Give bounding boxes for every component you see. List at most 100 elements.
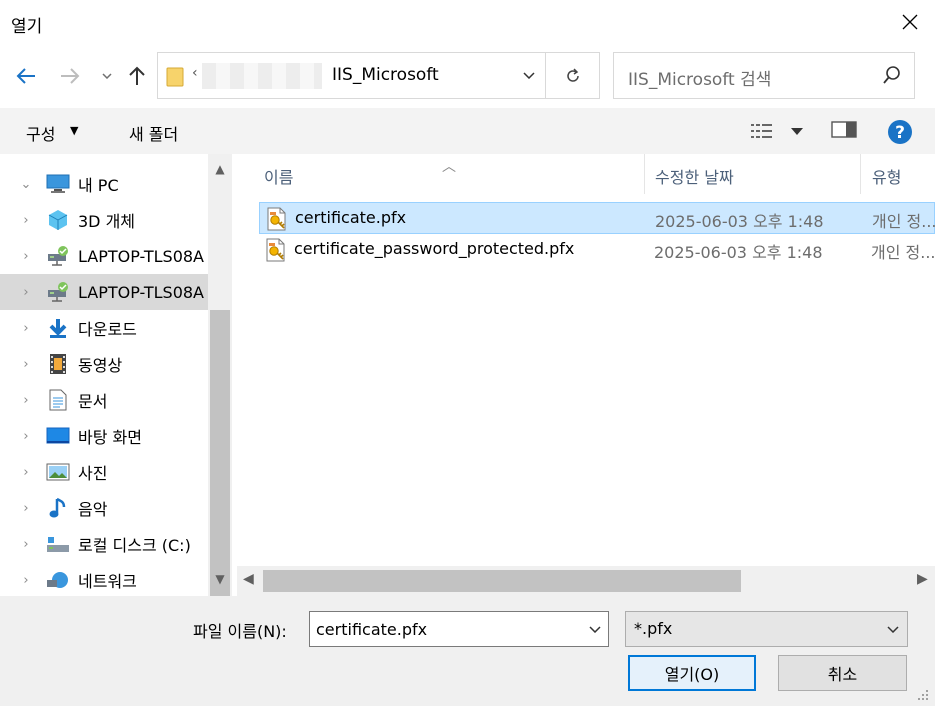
expand-chevron-icon[interactable]: › <box>20 357 32 372</box>
file-modified: 2025-06-03 오후 1:48 <box>655 212 824 231</box>
help-button[interactable]: ? <box>887 119 913 145</box>
pc-icon <box>46 173 70 195</box>
preview-pane-button[interactable] <box>831 119 859 143</box>
expand-chevron-icon[interactable]: › <box>20 573 32 588</box>
file-list-pane[interactable]: ︿ 이름 수정한 날짜 유형 certificate.pfx 2025-06-03… <box>232 154 935 596</box>
filename-combobox[interactable] <box>309 611 609 647</box>
column-divider[interactable] <box>644 154 645 194</box>
address-dropdown-button[interactable] <box>514 53 544 98</box>
expand-chevron-icon[interactable]: › <box>20 249 32 264</box>
file-type: 개인 정... <box>872 212 935 231</box>
nav-item-label: 내 PC <box>78 176 119 195</box>
view-options-button[interactable] <box>750 119 805 143</box>
expand-chevron-icon[interactable]: › <box>20 465 32 480</box>
filetype-value: *.pfx <box>634 619 673 638</box>
search-placeholder[interactable]: IIS_Microsoft 검색 <box>628 65 771 90</box>
filename-dropdown-button[interactable] <box>582 612 608 646</box>
expand-chevron-icon[interactable]: › <box>20 393 32 408</box>
column-divider[interactable] <box>860 154 861 194</box>
search-box[interactable]: IIS_Microsoft 검색 <box>613 52 915 99</box>
nav-item-label: 로컬 디스크 (C:) <box>78 536 191 555</box>
nav-item[interactable]: › LAPTOP-TLS08A <box>0 274 208 310</box>
forward-button[interactable] <box>54 60 86 92</box>
up-button[interactable] <box>122 60 152 92</box>
column-header-modified[interactable]: 수정한 날짜 <box>655 164 734 188</box>
nav-item[interactable]: › 사진 <box>0 454 208 490</box>
nav-item-label: 네트워크 <box>78 572 137 591</box>
nav-item[interactable]: ⌄ 내 PC <box>0 166 208 202</box>
back-button[interactable] <box>10 60 42 92</box>
file-row[interactable]: certificate_password_protected.pfx 2025-0… <box>259 234 935 266</box>
cancel-button[interactable]: 취소 <box>778 655 907 691</box>
nav-scrollbar[interactable]: ▲ ▼ <box>208 154 232 596</box>
preview-pane-icon <box>831 121 857 138</box>
resize-grip-icon[interactable] <box>912 684 932 704</box>
chevron-down-icon <box>887 625 899 633</box>
caret-down-icon[interactable]: ▼ <box>70 124 78 137</box>
sort-ascending-icon: ︿ <box>442 159 456 175</box>
nav-item[interactable]: › 로컬 디스크 (C:) <box>0 526 208 562</box>
nav-item-label: LAPTOP-TLS08A <box>78 246 204 266</box>
nav-item[interactable]: › 문서 <box>0 382 208 418</box>
expand-chevron-icon[interactable]: › <box>20 501 32 516</box>
close-button[interactable] <box>896 8 924 36</box>
organize-button[interactable]: 구성 <box>26 121 55 145</box>
nav-item[interactable]: › 3D 개체 <box>0 202 208 238</box>
refresh-button[interactable] <box>548 53 598 98</box>
scroll-right-icon[interactable]: ▶ <box>917 571 928 587</box>
expand-chevron-icon[interactable]: › <box>20 321 32 336</box>
nav-item[interactable]: › 동영상 <box>0 346 208 382</box>
column-header-name[interactable]: 이름 <box>264 164 293 188</box>
expand-chevron-icon[interactable]: › <box>20 213 32 228</box>
open-button[interactable]: 열기(O) <box>628 655 756 691</box>
file-type: 개인 정... <box>871 243 935 262</box>
breadcrumb-separator[interactable]: ‹ <box>192 65 198 81</box>
hscrollbar-thumb[interactable] <box>263 570 741 592</box>
nav-item-label: 음악 <box>78 500 108 519</box>
local-disk-icon <box>46 533 70 555</box>
address-current-folder[interactable]: IIS_Microsoft <box>332 65 439 85</box>
dialog-footer: 파일 이름(N): *.pfx 열기(O) 취소 <box>0 596 935 706</box>
title-bar: 열기 <box>0 0 935 46</box>
new-folder-button[interactable]: 새 폴더 <box>129 121 178 145</box>
music-icon <box>46 497 70 519</box>
nav-item-label: 사진 <box>78 464 108 483</box>
search-icon[interactable] <box>882 65 904 87</box>
3d-objects-icon <box>46 209 70 231</box>
expand-chevron-icon[interactable]: › <box>20 285 32 300</box>
scroll-up-icon[interactable]: ▲ <box>208 162 232 178</box>
navigation-pane[interactable]: ⌄ 내 PC › 3D 개체 › LAPTOP-TLS08A › LAPTOP-TLS08A ›… <box>0 154 232 596</box>
scroll-down-icon[interactable]: ▼ <box>208 572 232 588</box>
expand-chevron-icon[interactable]: ⌄ <box>20 177 32 192</box>
network-icon <box>46 569 70 591</box>
close-icon <box>902 14 918 30</box>
nav-item-label: 동영상 <box>78 356 123 375</box>
file-row[interactable]: certificate.pfx 2025-06-03 오후 1:48 개인 정... <box>259 202 935 234</box>
details-view-icon <box>751 124 772 138</box>
nav-item[interactable]: › 다운로드 <box>0 310 208 346</box>
filetype-dropdown-button[interactable] <box>880 612 906 646</box>
arrow-right-icon <box>61 68 80 84</box>
nav-item[interactable]: › 바탕 화면 <box>0 418 208 454</box>
address-bar[interactable]: ‹ IIS_Microsoft <box>157 52 600 99</box>
column-header-type[interactable]: 유형 <box>872 164 901 188</box>
nav-item-label: 3D 개체 <box>78 212 136 231</box>
chevron-down-icon <box>589 625 601 633</box>
nav-item[interactable]: › 네트워크 <box>0 562 208 596</box>
nav-item[interactable]: › LAPTOP-TLS08A <box>0 238 208 274</box>
recent-locations-button[interactable] <box>96 60 118 92</box>
expand-chevron-icon[interactable]: › <box>20 429 32 444</box>
filename-input[interactable] <box>311 613 579 645</box>
redacted-path <box>202 63 322 89</box>
filetype-select[interactable]: *.pfx <box>625 611 908 647</box>
nav-scrollbar-thumb[interactable] <box>210 310 230 596</box>
arrow-up-icon <box>129 66 145 85</box>
file-list-hscrollbar[interactable]: ◀ ▶ <box>237 566 935 596</box>
download-icon <box>46 317 70 339</box>
expand-chevron-icon[interactable]: › <box>20 537 32 552</box>
desktop-icon <box>46 425 70 447</box>
scroll-left-icon[interactable]: ◀ <box>243 571 254 587</box>
nav-item[interactable]: › 음악 <box>0 490 208 526</box>
filename-label: 파일 이름(N): <box>193 622 287 641</box>
nav-item-label: 바탕 화면 <box>78 428 142 447</box>
